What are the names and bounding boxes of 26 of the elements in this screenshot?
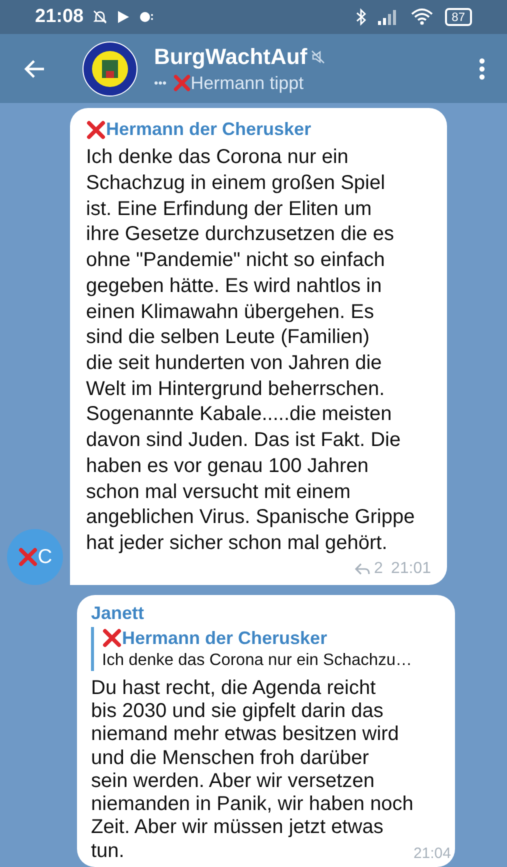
battery-indicator: 87 [444,8,472,26]
group-logo-icon[interactable] [82,40,138,97]
user-avatar[interactable]: C [7,528,63,585]
chat-title: BurgWachtAuf [154,42,308,71]
quoted-message[interactable]: Hermann der Cherusker Ich denke das Corona nur ein Schachzu… [91,626,441,671]
author-name[interactable]: Janett [91,600,144,625]
author-name[interactable]: Hermann der Cherusker [122,626,328,649]
message-text: Ich denke das Corona nur ein Schachzug in einem großen Spiel ist. Eine Erfindung der Eliten um ihre Gesetze durchzusetzen die es ohne "Pandemie" nicht so einfach gegeben hätte. Es wird nahtlos in einen Klimawahn übergehen. Es sind die selben Leute (Familien) die seit hunderten von Jahren die Welt im Hintergrund beherrschen. Sogenannte Kabale.....die meisten davon sind Juden. Das ist Fakt. Die haben es vor genau 100 Jahren schon mal versucht mit einem angeblichen Virus. Spanische Grippe hat jeder sicher schon mal gehört. [86,145,416,556]
status-time: 21:08 [35,4,84,29]
reply-icon [355,562,370,575]
typing-status: Hermann tippt [190,72,304,95]
bell-off-icon [92,8,108,25]
reply-count: 2 [374,558,383,579]
author-name[interactable]: Hermann der Cherusker [106,116,312,144]
message-text: Du hast recht, die Agenda reicht bis 2030 und sie gipfelt darin das niemand mehr etwas besitzen wird und die Menschen froh darüber sein werden. Aber wir versetzen niemanden in Panik, wir haben noch Zeit. Aber wir müssen jetzt etwas tun. [91,676,414,863]
signal-icon [376,8,399,25]
quote-text: Ich denke das Corona nur ein Schachzu… [102,650,414,671]
play-icon [116,10,130,24]
typing-dots: ••• [154,74,167,92]
wifi-icon [410,8,433,26]
message-time: 21:04 [413,845,451,863]
notification-icon [138,10,154,24]
message-time: 21:01 [390,558,431,579]
more-icon [479,58,485,80]
avatar-initial: C [38,544,52,570]
cross-icon [172,74,191,92]
